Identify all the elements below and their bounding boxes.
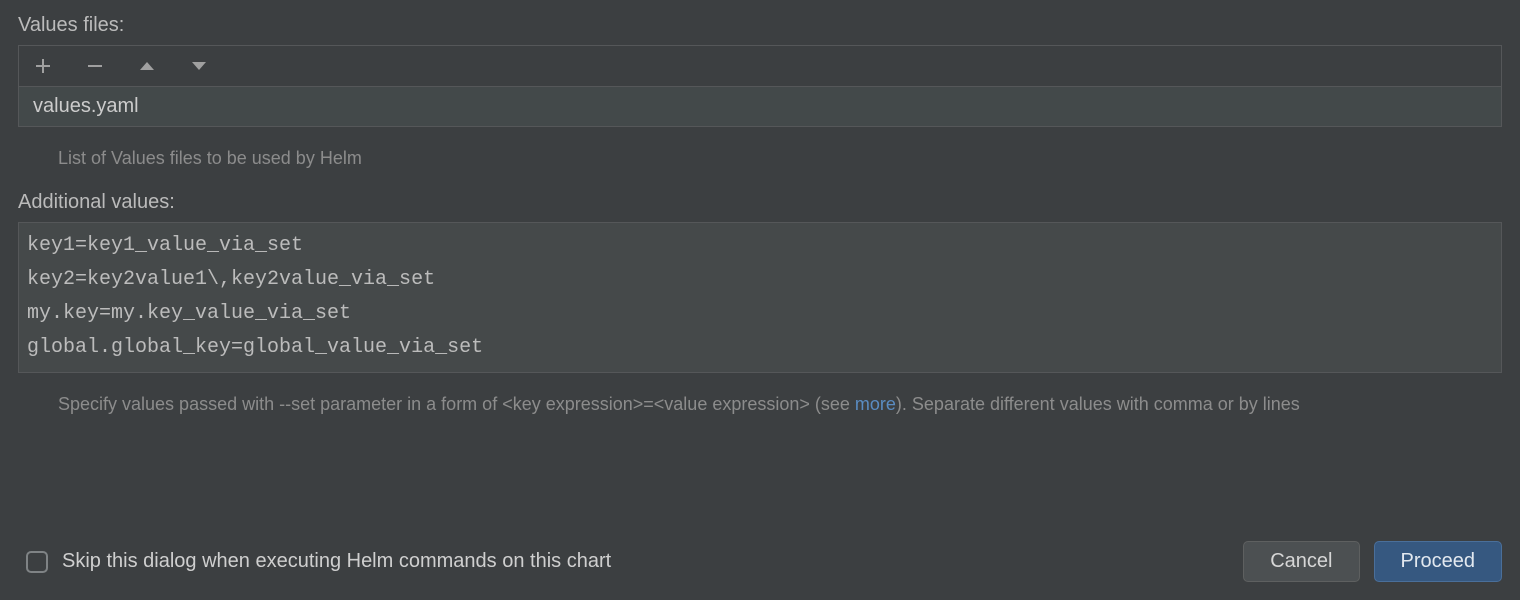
additional-values-input[interactable] bbox=[27, 229, 1493, 361]
up-icon[interactable] bbox=[137, 56, 157, 76]
values-files-label: Values files: bbox=[18, 14, 1502, 37]
additional-values-label: Additional values: bbox=[18, 191, 1502, 214]
proceed-button[interactable]: Proceed bbox=[1374, 541, 1503, 582]
skip-dialog-label: Skip this dialog when executing Helm com… bbox=[62, 550, 611, 573]
down-icon[interactable] bbox=[189, 56, 209, 76]
cancel-button[interactable]: Cancel bbox=[1243, 541, 1359, 582]
remove-icon[interactable] bbox=[85, 56, 105, 76]
more-link[interactable]: more bbox=[855, 394, 896, 414]
checkbox-icon[interactable] bbox=[26, 551, 48, 573]
add-icon[interactable] bbox=[33, 56, 53, 76]
values-files-list: values.yaml bbox=[18, 45, 1502, 127]
skip-dialog-checkbox-wrap[interactable]: Skip this dialog when executing Helm com… bbox=[18, 550, 1229, 573]
additional-values-field-wrap bbox=[18, 222, 1502, 373]
dialog-footer: Skip this dialog when executing Helm com… bbox=[18, 533, 1502, 582]
additional-values-hint: Specify values passed with --set paramet… bbox=[58, 391, 1502, 419]
additional-values-hint-pre: Specify values passed with --set paramet… bbox=[58, 394, 855, 414]
values-file-row[interactable]: values.yaml bbox=[19, 87, 1501, 126]
additional-values-hint-post: ). Separate different values with comma … bbox=[896, 394, 1300, 414]
values-files-toolbar bbox=[19, 46, 1501, 87]
values-files-hint: List of Values files to be used by Helm bbox=[58, 145, 1502, 173]
